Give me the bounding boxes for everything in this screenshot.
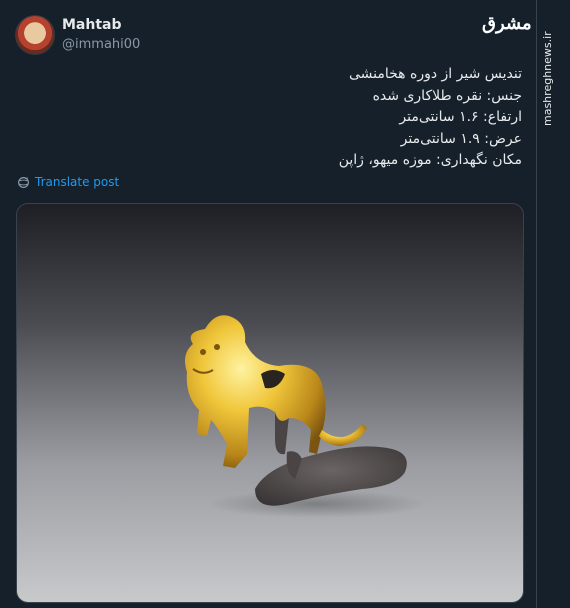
post-line: مکان نگهداری: موزه میهو، ژاپن	[338, 152, 522, 168]
avatar[interactable]	[15, 15, 55, 55]
translate-label: Translate post	[35, 175, 120, 189]
post-line: ارتفاع: ۱.۶ سانتی‌متر	[399, 109, 522, 125]
mashregh-logo: مشرق	[482, 10, 532, 38]
lion-statuette-illustration	[185, 315, 427, 518]
post-line: جنس: نقره طلاکاری شده	[372, 87, 522, 104]
site-watermark: mashreghnews.ir	[541, 31, 554, 126]
post-card: Mahtab @immahi00 مشرق تندیس شیر از دوره …	[0, 0, 537, 608]
author-handle[interactable]: @immahi00	[62, 37, 140, 52]
translate-post-link[interactable]: Translate post	[17, 175, 119, 189]
post-line: تندیس شیر از دوره هخامنشی	[348, 66, 522, 82]
logo-text: مشرق	[482, 13, 532, 34]
globe-icon	[18, 176, 29, 188]
post-text: تندیس شیر از دوره هخامنشی جنس: نقره طلاک…	[162, 64, 522, 172]
author-name[interactable]: Mahtab	[62, 17, 122, 33]
post-line: عرض: ۱.۹ سانتی‌متر	[400, 130, 522, 147]
post-image[interactable]	[16, 203, 524, 603]
